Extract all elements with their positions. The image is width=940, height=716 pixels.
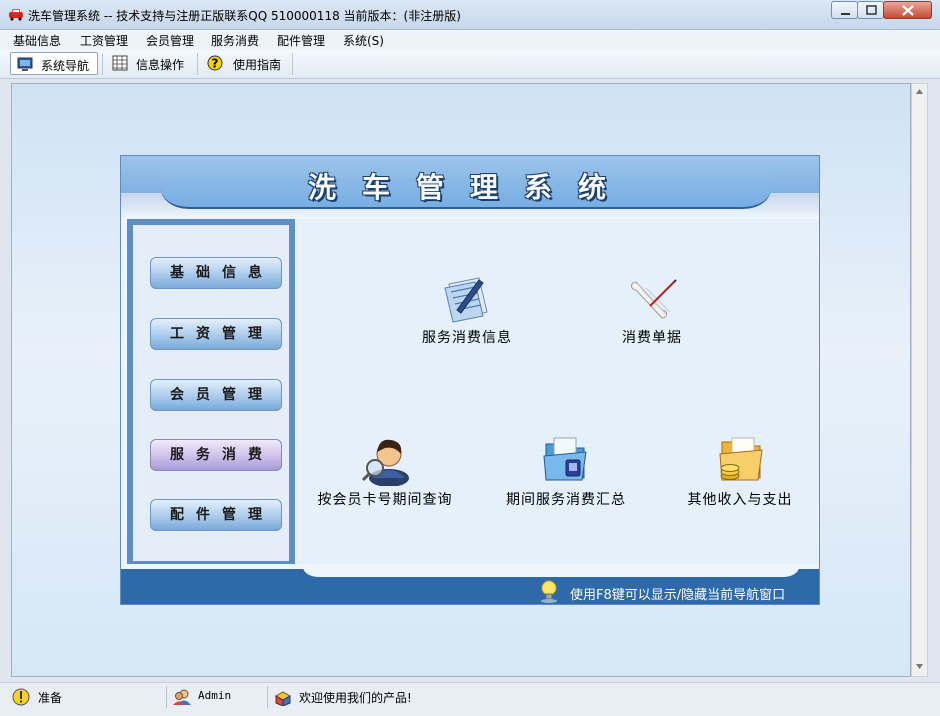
svg-text:?: ? — [212, 57, 219, 71]
tab-info-operation-label: 信息操作 — [136, 58, 185, 72]
status-bar: 准备 Admin 欢迎使用我们的产品! — [0, 682, 940, 716]
footer-curve — [303, 565, 799, 577]
navigation-panel: 洗车管理系统 基础信息 工资管理 会员管理 服务消费 配件管理 服务消费信息 消… — [120, 155, 820, 605]
folder-document-icon — [543, 437, 587, 481]
lightbulb-icon — [541, 580, 557, 603]
grid-table-icon — [112, 55, 128, 71]
scroll-arrows-icon — [916, 89, 923, 669]
nav-parts-button[interactable]: 配件管理 — [150, 499, 282, 531]
toolbar: 系统导航 信息操作 ? 使用指南 — [0, 50, 940, 79]
scroll-icon — [631, 279, 677, 319]
status-user-text: Admin — [198, 689, 232, 702]
tab-info-operation[interactable]: 信息操作 — [106, 52, 194, 75]
user-group-icon — [173, 689, 191, 705]
folder-coins-icon — [719, 437, 763, 481]
minimize-button[interactable] — [831, 1, 858, 19]
minimize-icon — [841, 13, 850, 15]
tab-system-navigation[interactable]: 系统导航 — [10, 52, 98, 75]
toolbar-separator — [292, 53, 293, 75]
toolbar-separator — [197, 53, 198, 75]
toolbar-separator — [102, 53, 103, 75]
maximize-icon — [866, 5, 877, 15]
status-state-text: 准备 — [38, 691, 63, 705]
feature-service-consumption-info[interactable]: 服务消费信息 — [392, 274, 542, 347]
help-icon: ? — [207, 55, 223, 71]
tab-user-guide[interactable]: ? 使用指南 — [201, 52, 289, 75]
nav-service-button[interactable]: 服务消费 — [150, 439, 282, 471]
feature-area: 服务消费信息 消费单据 按会员卡号期间查询 期间服务消费汇总 其他收入与支出 — [296, 219, 819, 564]
nav-member-button[interactable]: 会员管理 — [150, 379, 282, 411]
panel-title: 洗车管理系统 — [307, 171, 632, 204]
footer-hint: 使用F8键可以显示/隐藏当前导航窗口 — [570, 588, 786, 603]
nav-basic-info-button[interactable]: 基础信息 — [150, 257, 282, 289]
feature-period-service-summary-label: 期间服务消费汇总 — [506, 492, 626, 508]
document-pen-icon — [444, 277, 488, 323]
panel-header: 洗车管理系统 — [121, 156, 819, 218]
close-icon — [902, 5, 914, 16]
monitor-icon — [17, 57, 33, 71]
menu-salary[interactable]: 工资管理 — [80, 32, 128, 49]
warning-light-icon — [12, 688, 30, 706]
menu-service[interactable]: 服务消费 — [211, 32, 259, 49]
user-search-icon — [361, 439, 409, 487]
nav-sidebar: 基础信息 工资管理 会员管理 服务消费 配件管理 — [127, 219, 295, 564]
feature-consumption-receipt[interactable]: 消费单据 — [582, 274, 722, 347]
menu-parts[interactable]: 配件管理 — [277, 32, 325, 49]
menu-basic-info[interactable]: 基础信息 — [13, 32, 61, 49]
feature-query-by-member-card[interactable]: 按会员卡号期间查询 — [300, 434, 470, 509]
menu-member[interactable]: 会员管理 — [146, 32, 194, 49]
close-button[interactable] — [883, 1, 932, 19]
colorful-boxes-icon — [274, 691, 292, 706]
menu-system[interactable]: 系统(S) — [343, 32, 384, 49]
tab-system-navigation-label: 系统导航 — [41, 59, 90, 73]
status-welcome-text: 欢迎使用我们的产品! — [299, 691, 412, 705]
title-bar: 洗车管理系统 -- 技术支持与注册正版联系QQ 510000118 当前版本：(… — [0, 0, 940, 30]
status-panel-user: Admin — [167, 686, 268, 708]
feature-other-income-expense-label: 其他收入与支出 — [687, 492, 793, 508]
car-app-icon — [9, 9, 23, 21]
status-panel-welcome: 欢迎使用我们的产品! — [268, 686, 940, 708]
feature-period-service-summary[interactable]: 期间服务消费汇总 — [491, 434, 641, 509]
panel-footer: 使用F8键可以显示/隐藏当前导航窗口 — [121, 565, 819, 604]
maximize-button[interactable] — [857, 1, 884, 19]
feature-other-income-expense[interactable]: 其他收入与支出 — [670, 434, 810, 509]
vertical-scrollbar[interactable] — [911, 83, 928, 677]
menu-bar: 基础信息 工资管理 会员管理 服务消费 配件管理 系统(S) — [0, 30, 940, 50]
window-title: 洗车管理系统 -- 技术支持与注册正版联系QQ 510000118 当前版本：(… — [28, 9, 461, 23]
status-panel-state: 准备 — [0, 686, 167, 708]
feature-service-consumption-info-label: 服务消费信息 — [422, 330, 512, 346]
feature-query-by-member-card-label: 按会员卡号期间查询 — [317, 492, 453, 508]
nav-salary-button[interactable]: 工资管理 — [150, 318, 282, 350]
feature-consumption-receipt-label: 消费单据 — [622, 330, 682, 346]
nav-sidebar-inner: 基础信息 工资管理 会员管理 服务消费 配件管理 — [133, 225, 289, 561]
tab-user-guide-label: 使用指南 — [233, 58, 282, 72]
